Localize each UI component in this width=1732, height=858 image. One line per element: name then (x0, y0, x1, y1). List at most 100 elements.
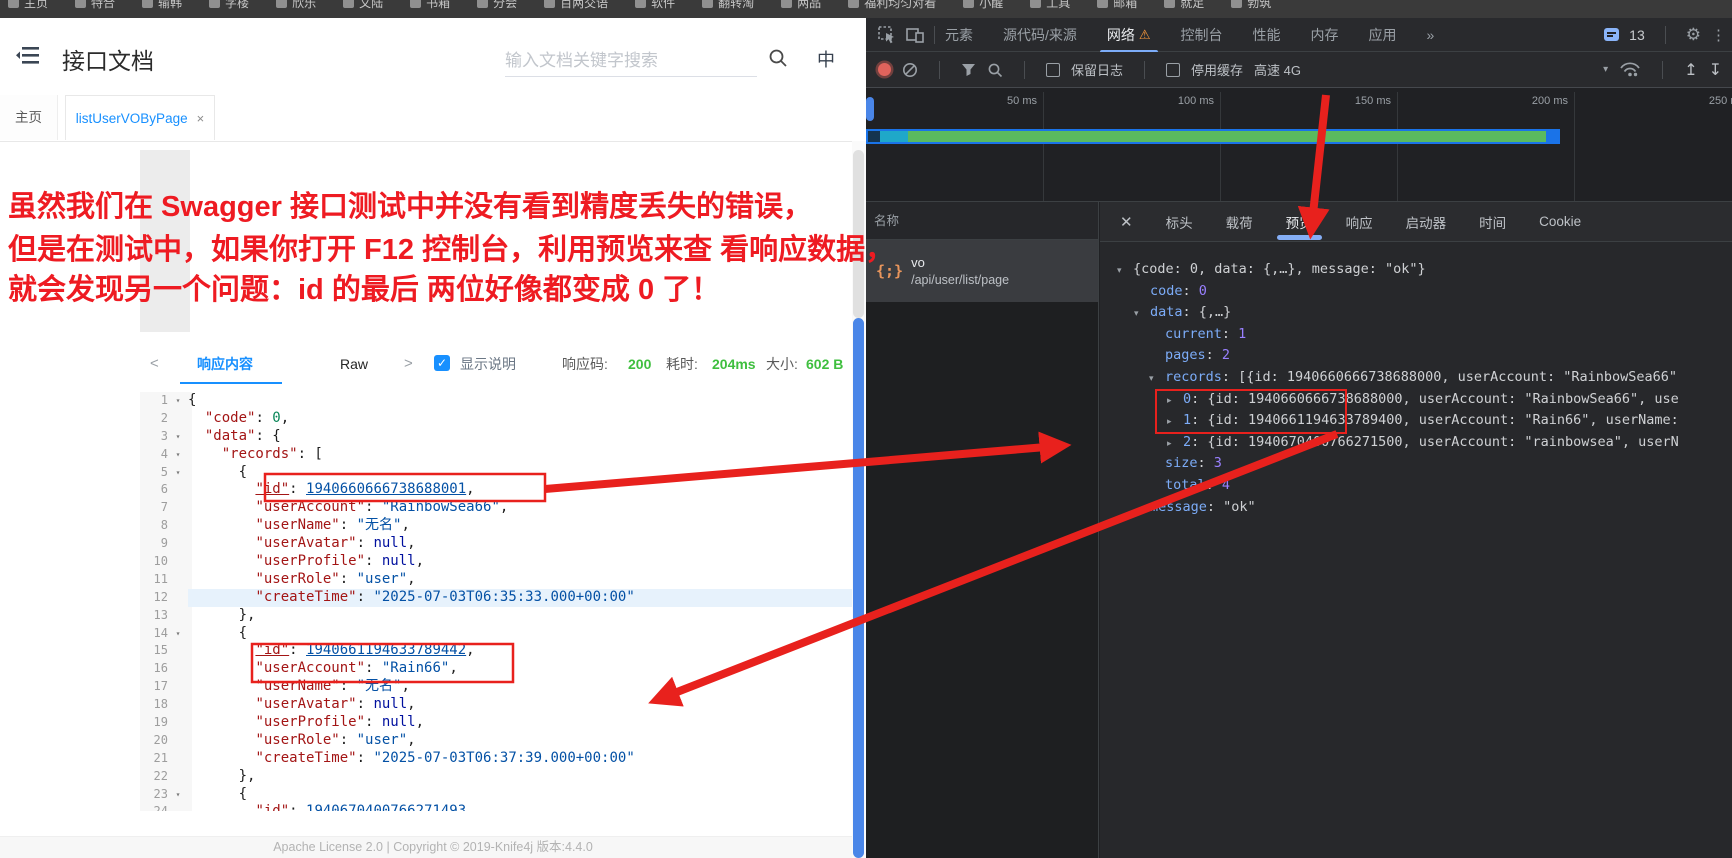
devtools-tab-控制台[interactable]: 控制台 (1181, 25, 1223, 45)
details-tab-响应[interactable]: 响应 (1346, 212, 1373, 232)
preview-tree-row: code: 0 (1100, 281, 1732, 303)
clear-icon[interactable] (902, 62, 918, 78)
export-har-icon[interactable]: ↧ (1709, 60, 1722, 80)
close-details-icon[interactable]: ✕ (1120, 213, 1133, 231)
devtools-tabbar: 元素 源代码/来源 网络⚠ 控制台 性能 内存 应用 » 13 ⚙ ⋮ (866, 18, 1732, 52)
fold-caret-icon[interactable]: ▾ (168, 625, 188, 643)
language-toggle-button[interactable]: 中 (817, 46, 835, 72)
bookmark-item[interactable]: 邮箱 (1097, 0, 1137, 11)
preview-tree-row: ▸2: {id: 1940670400766271500, userAccoun… (1100, 432, 1732, 454)
timeline-drag-handle[interactable] (866, 97, 874, 121)
bookmark-item[interactable]: 工具 (1030, 0, 1070, 11)
response-json-editor[interactable]: 1▾{2 "code": 0,3▾ "data": {4▾ "records":… (140, 392, 853, 811)
expand-caret-icon[interactable]: ▸ (1167, 433, 1183, 454)
doc-search-input[interactable]: 输入文档关键字搜索 (505, 46, 757, 77)
expand-caret-icon[interactable]: ▾ (1117, 260, 1133, 281)
tab-response-content[interactable]: 响应内容 (197, 352, 253, 376)
active-tab-underline (180, 382, 282, 384)
device-toolbar-icon[interactable] (906, 27, 924, 43)
filter-icon[interactable] (961, 63, 976, 77)
bookmark-item[interactable]: 翻转淘 (702, 0, 754, 11)
expand-caret-icon[interactable]: ▸ (1167, 390, 1183, 411)
inspect-element-icon[interactable] (878, 26, 896, 44)
bookmark-item[interactable]: 两品 (781, 0, 821, 11)
bookmark-item[interactable]: 欣乐 (276, 0, 316, 11)
bookmark-item[interactable]: 就足 (1164, 0, 1204, 11)
devtools-tab-网络[interactable]: 网络⚠ (1107, 25, 1151, 45)
issues-count[interactable]: 13 (1629, 27, 1645, 43)
preserve-log-label[interactable]: 保留日志 (1071, 60, 1123, 79)
bookmark-item[interactable]: 书箱 (410, 0, 450, 11)
preview-json-tree[interactable]: ▾{code: 0, data: {,…}, message: "ok"}cod… (1100, 259, 1732, 858)
gear-icon[interactable]: ⚙ (1686, 25, 1701, 45)
tab-raw[interactable]: Raw (340, 352, 368, 376)
fold-caret-icon[interactable]: ▾ (168, 464, 188, 482)
details-tab-Cookie[interactable]: Cookie (1539, 214, 1581, 229)
bookmark-item[interactable]: 百两交语 (544, 0, 608, 11)
expand-caret-icon[interactable]: ▸ (1167, 411, 1183, 432)
close-tab-icon[interactable]: × (197, 111, 205, 126)
disable-cache-checkbox[interactable] (1166, 63, 1180, 77)
preserve-log-checkbox[interactable] (1046, 63, 1060, 77)
preview-tree-row: pages: 2 (1100, 345, 1732, 367)
editor-line: 2 "code": 0, (140, 410, 853, 428)
devtools-tab-性能[interactable]: 性能 (1253, 25, 1281, 45)
fold-caret-icon[interactable]: ▾ (168, 428, 188, 446)
search-network-icon[interactable] (987, 62, 1003, 78)
disable-cache-label[interactable]: 停用缓存 (1191, 60, 1243, 79)
scrollbar-thumb-blue[interactable] (853, 318, 864, 858)
details-tab-标头[interactable]: 标头 (1166, 212, 1193, 232)
request-row-vo[interactable]: {;} vo /api/user/list/page (866, 240, 1098, 302)
import-har-icon[interactable]: ↥ (1684, 60, 1697, 80)
details-tab-时间[interactable]: 时间 (1479, 212, 1506, 232)
fold-caret-icon[interactable]: ▾ (168, 786, 188, 804)
details-tab-载荷[interactable]: 载荷 (1226, 212, 1253, 232)
prev-tab-chevron[interactable]: < (150, 352, 159, 376)
devtools-tab-元素[interactable]: 元素 (945, 25, 973, 45)
editor-line: 8 "userName": "无名", (140, 517, 853, 535)
tab-label: listUserVOByPage (76, 111, 188, 126)
show-desc-checkbox[interactable]: ✓ (434, 355, 450, 371)
bookmark-item[interactable]: 小醒 (963, 0, 1003, 11)
bookmark-item[interactable]: 输韩 (142, 0, 182, 11)
throttling-caret-icon[interactable]: ▾ (1603, 64, 1608, 75)
throttling-select[interactable]: 高速 4G (1254, 60, 1301, 79)
details-tab-预览[interactable]: 预览 (1286, 212, 1313, 232)
details-tab-启动器[interactable]: 启动器 (1406, 212, 1447, 232)
devtools-tab-应用[interactable]: 应用 (1369, 25, 1397, 45)
bookmark-folder-icon (343, 0, 354, 8)
editor-line: 19 "userProfile": null, (140, 714, 853, 732)
tab-home[interactable]: 主页 (0, 95, 58, 140)
bookmark-item[interactable]: 勃筑 (1231, 0, 1271, 11)
devtools-tab-源代码/来源[interactable]: 源代码/来源 (1003, 25, 1077, 45)
status-code-value: 200 (628, 352, 651, 376)
bookmark-item[interactable]: 字楼 (209, 0, 249, 11)
network-overview-timeline[interactable]: 50 ms100 ms150 ms200 ms250 ms (866, 88, 1732, 202)
doc-tabbar: 主页 listUserVOByPage × (0, 95, 866, 142)
bookmark-item[interactable]: 福利均匀对看 (848, 0, 936, 11)
tab-listUserVOByPage[interactable]: listUserVOByPage × (65, 95, 215, 140)
menu-fold-icon[interactable] (16, 46, 40, 66)
bookmark-item[interactable]: 主页 (8, 0, 48, 11)
bookmark-item[interactable]: 文陆 (343, 0, 383, 11)
bookmark-folder-icon (276, 0, 287, 8)
column-header-name[interactable]: 名称 (866, 202, 1098, 240)
next-tab-chevron[interactable]: > (404, 352, 413, 376)
bookmark-item[interactable]: 分会 (477, 0, 517, 11)
 (168, 571, 188, 589)
fold-caret-icon[interactable]: ▾ (168, 392, 188, 410)
expand-caret-icon[interactable]: ▾ (1149, 368, 1165, 389)
bookmark-folder-icon (963, 0, 974, 8)
issues-icon[interactable] (1604, 28, 1619, 41)
bookmark-item[interactable]: 软件 (635, 0, 675, 11)
devtools-tab-»[interactable]: » (1427, 27, 1435, 43)
fold-caret-icon[interactable]: ▾ (168, 446, 188, 464)
expand-caret-icon[interactable]: ▾ (1134, 303, 1150, 324)
record-icon[interactable] (878, 63, 891, 76)
editor-line: 16 "userAccount": "Rain66", (140, 660, 853, 678)
search-icon[interactable] (768, 48, 788, 68)
network-conditions-icon[interactable] (1619, 61, 1641, 78)
devtools-tab-内存[interactable]: 内存 (1311, 25, 1339, 45)
kebab-menu-icon[interactable]: ⋮ (1711, 26, 1726, 44)
bookmark-item[interactable]: 特合 (75, 0, 115, 11)
